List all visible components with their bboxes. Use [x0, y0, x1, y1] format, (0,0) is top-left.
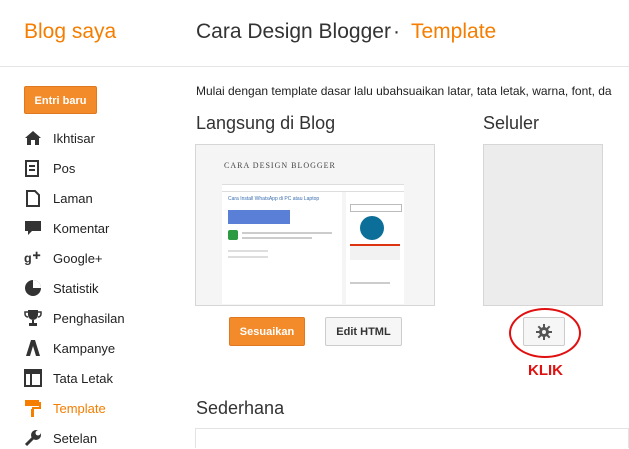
intro-text: Mulai dengan template dasar lalu ubahsua… — [196, 84, 612, 98]
preview-search-box — [350, 204, 402, 212]
sidebar-item-stats[interactable]: Statistik — [24, 277, 184, 299]
home-icon — [24, 129, 42, 147]
layout-icon — [24, 369, 42, 387]
campaign-icon — [24, 339, 42, 357]
whatsapp-logo — [228, 230, 238, 240]
customize-button[interactable]: Sesuaikan — [229, 317, 305, 346]
blog-template-preview[interactable]: CARA DESIGN BLOGGER Cara Install WhatsAp… — [195, 144, 435, 306]
preview-banner — [350, 244, 400, 260]
template-icon — [24, 399, 42, 417]
live-blog-heading: Langsung di Blog — [196, 113, 336, 133]
sidebar-item-posts[interactable]: Pos — [24, 157, 184, 179]
preview-text-line — [228, 250, 268, 252]
sidebar-item-label: Kampanye — [53, 340, 116, 356]
breadcrumb-separator: · — [393, 20, 400, 43]
edit-html-button[interactable]: Edit HTML — [325, 317, 402, 346]
preview-text-line — [242, 232, 332, 234]
sidebar-item-template[interactable]: Template — [24, 397, 184, 419]
blog-name[interactable]: Cara Design Blogger — [196, 20, 391, 44]
sidebar-item-label: Penghasilan — [53, 310, 125, 326]
simple-heading: Sederhana — [196, 398, 285, 418]
simple-template-panel — [195, 428, 629, 448]
mobile-template-preview[interactable] — [483, 144, 603, 306]
sidebar-item-label: Pos — [53, 160, 76, 176]
preview-nav-bar — [222, 184, 404, 192]
sidebar-item-pages[interactable]: Laman — [24, 187, 184, 209]
sidebar-item-comments[interactable]: Komentar — [24, 217, 184, 239]
posts-icon — [24, 159, 42, 177]
pages-icon — [24, 189, 42, 207]
wrench-icon — [24, 429, 42, 447]
mobile-heading: Seluler — [483, 113, 540, 133]
annotation-label: KLIK — [528, 362, 563, 379]
sidebar-item-earnings[interactable]: Penghasilan — [24, 307, 184, 329]
annotation-circle — [509, 308, 581, 358]
preview-sidebar — [346, 192, 404, 304]
preview-blog-title: CARA DESIGN BLOGGER — [224, 161, 336, 170]
stats-icon — [24, 279, 42, 297]
sidebar-item-label: Komentar — [53, 220, 110, 236]
trophy-icon — [24, 309, 42, 327]
brand-link[interactable]: Blog saya — [24, 20, 116, 44]
sidebar-item-label: Statistik — [53, 280, 99, 296]
new-post-button[interactable]: Entri baru — [24, 86, 97, 114]
sidebar-item-settings[interactable]: Setelan — [24, 427, 184, 449]
preview-post-image — [228, 210, 290, 224]
sidebar-item-label: Google+ — [53, 250, 103, 266]
sidebar-item-overview[interactable]: Ikhtisar — [24, 127, 184, 149]
sidebar-item-label: Tata Letak — [53, 370, 113, 386]
preview-text-line — [228, 256, 268, 258]
preview-text-line — [350, 282, 390, 284]
sidebar-item-label: Laman — [53, 190, 93, 206]
preview-text-line — [242, 237, 312, 239]
sidebar-item-layout[interactable]: Tata Letak — [24, 367, 184, 389]
comment-icon — [24, 219, 42, 237]
sidebar-item-label: Ikhtisar — [53, 130, 95, 146]
preview-badge — [360, 216, 384, 240]
google-plus-icon: g — [24, 249, 42, 267]
sidebar-item-label: Setelan — [53, 430, 98, 446]
page-title: Template — [411, 20, 497, 43]
sidebar-item-google-plus[interactable]: g Google+ — [24, 247, 184, 269]
sidebar-item-label: Template — [53, 400, 106, 416]
preview-post-title: Cara Install WhatsApp di PC atau Laptop — [228, 196, 320, 202]
preview-post: Cara Install WhatsApp di PC atau Laptop — [222, 192, 342, 304]
svg-text:g: g — [24, 252, 32, 266]
sidebar-item-campaigns[interactable]: Kampanye — [24, 337, 184, 359]
